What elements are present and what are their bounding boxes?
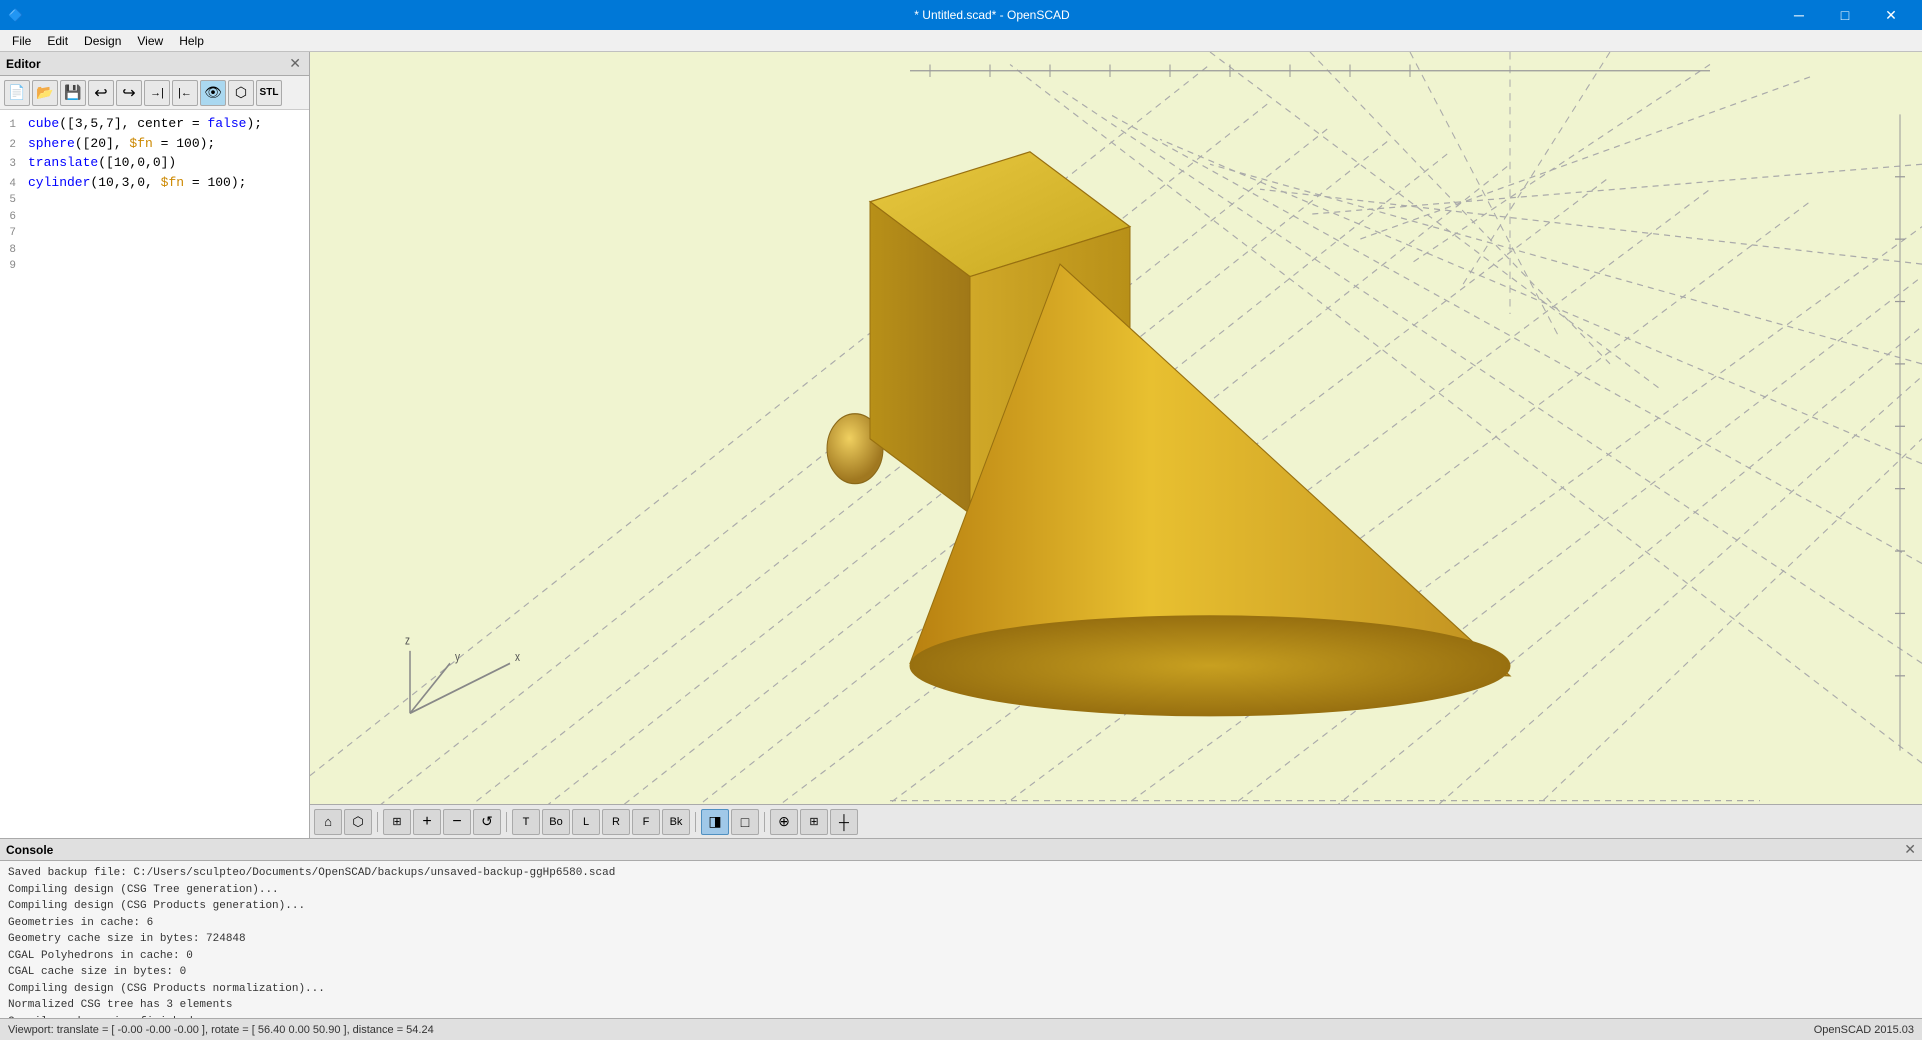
view-right-button[interactable]: R — [602, 809, 630, 835]
code-line-2: 2 sphere([20], $fn = 100); — [0, 134, 305, 154]
console-line: Geometry cache size in bytes: 724848 — [8, 931, 1914, 948]
viewport-status: Viewport: translate = [ -0.00 -0.00 -0.0… — [8, 1024, 434, 1036]
menu-view[interactable]: View — [129, 32, 171, 50]
reset-view-button[interactable]: ⌂ — [314, 809, 342, 835]
unindent-button[interactable]: |← — [172, 80, 198, 106]
code-line-9: 9 — [0, 258, 305, 275]
save-file-button[interactable]: 💾 — [60, 80, 86, 106]
code-line-3: 3 translate([10,0,0]) — [0, 153, 305, 173]
status-bar: Viewport: translate = [ -0.00 -0.00 -0.0… — [0, 1018, 1922, 1040]
shaded-wireframe-button[interactable]: ◨ — [701, 809, 729, 835]
axes-button[interactable]: ⊕ — [770, 809, 798, 835]
console-line: Geometries in cache: 6 — [8, 915, 1914, 932]
preview-button[interactable]: 👁 — [200, 80, 226, 106]
menu-edit[interactable]: Edit — [39, 32, 76, 50]
toolbar-separator-2 — [506, 812, 507, 832]
maximize-button[interactable]: □ — [1822, 0, 1868, 30]
svg-text:z: z — [405, 635, 410, 648]
window-title: * Untitled.scad* - OpenSCAD — [208, 8, 1776, 22]
crosshairs-button[interactable]: ┼ — [830, 809, 858, 835]
rotate-reset-button[interactable]: ↺ — [473, 809, 501, 835]
console-line: CGAL cache size in bytes: 0 — [8, 964, 1914, 981]
main-container: Editor ✕ 📄 📂 💾 ↩ ↪ →| |← 👁 ⬡ STL 1 cube(… — [0, 52, 1922, 1040]
menu-design[interactable]: Design — [76, 32, 129, 50]
content-area: Editor ✕ 📄 📂 💾 ↩ ↪ →| |← 👁 ⬡ STL 1 cube(… — [0, 52, 1922, 838]
console-close-button[interactable]: ✕ — [1904, 841, 1916, 858]
console-line: Normalized CSG tree has 3 elements — [8, 997, 1914, 1014]
console-title: Console — [6, 843, 53, 857]
view-left-button[interactable]: L — [572, 809, 600, 835]
console-line: Compiling design (CSG Tree generation)..… — [8, 882, 1914, 899]
stl-button[interactable]: STL — [256, 80, 282, 106]
code-line-6: 6 — [0, 209, 305, 226]
editor-title: Editor — [6, 57, 41, 71]
code-editor[interactable]: 1 cube([3,5,7], center = false); 2 spher… — [0, 110, 309, 838]
zoom-in-button[interactable]: + — [413, 809, 441, 835]
console-panel: Console ✕ Saved backup file: C:/Users/sc… — [0, 838, 1922, 1018]
viewport-toolbar: ⌂ ⬡ ⊞ + − ↺ T Bo L R F Bk ◨ □ ⊕ ⊞ ┼ — [310, 804, 1922, 838]
toolbar-separator-3 — [695, 812, 696, 832]
console-line: CGAL Polyhedrons in cache: 0 — [8, 948, 1914, 965]
console-line: Saved backup file: C:/Users/sculpteo/Doc… — [8, 865, 1914, 882]
svg-text:y: y — [455, 651, 460, 664]
view-top-button[interactable]: T — [512, 809, 540, 835]
view-bottom-button[interactable]: Bo — [542, 809, 570, 835]
minimize-button[interactable]: ─ — [1776, 0, 1822, 30]
perspective-button[interactable]: ⬡ — [344, 809, 372, 835]
code-line-1: 1 cube([3,5,7], center = false); — [0, 114, 305, 134]
console-line: Compiling design (CSG Products generatio… — [8, 898, 1914, 915]
window-controls: ─ □ ✕ — [1776, 0, 1914, 30]
console-header: Console ✕ — [0, 839, 1922, 861]
wireframe-button[interactable]: □ — [731, 809, 759, 835]
scale-ruler-button[interactable]: ⊞ — [800, 809, 828, 835]
render-button[interactable]: ⬡ — [228, 80, 254, 106]
view-back-button[interactable]: Bk — [662, 809, 690, 835]
viewport[interactable]: x y z — [310, 52, 1922, 838]
menu-help[interactable]: Help — [171, 32, 212, 50]
code-line-8: 8 — [0, 242, 305, 259]
title-bar: 🔷 * Untitled.scad* - OpenSCAD ─ □ ✕ — [0, 0, 1922, 30]
undo-button[interactable]: ↩ — [88, 80, 114, 106]
indent-button[interactable]: →| — [144, 80, 170, 106]
menu-file[interactable]: File — [4, 32, 39, 50]
view-front-button[interactable]: F — [632, 809, 660, 835]
toolbar-separator-4 — [764, 812, 765, 832]
new-file-button[interactable]: 📄 — [4, 80, 30, 106]
console-line: Compiling design (CSG Products normaliza… — [8, 981, 1914, 998]
viewport-svg: x y z — [310, 52, 1922, 838]
version-info: OpenSCAD 2015.03 — [1814, 1024, 1914, 1036]
redo-button[interactable]: ↪ — [116, 80, 142, 106]
code-line-5: 5 — [0, 192, 305, 209]
editor-toolbar: 📄 📂 💾 ↩ ↪ →| |← 👁 ⬡ STL — [0, 76, 309, 110]
editor-close-button[interactable]: ✕ — [287, 55, 303, 72]
svg-text:x: x — [515, 651, 520, 664]
toolbar-separator-1 — [377, 812, 378, 832]
zoom-fit-button[interactable]: ⊞ — [383, 809, 411, 835]
app-icon: 🔷 — [8, 8, 23, 22]
code-line-4: 4 cylinder(10,3,0, $fn = 100); — [0, 173, 305, 193]
open-file-button[interactable]: 📂 — [32, 80, 58, 106]
menu-bar: File Edit Design View Help — [0, 30, 1922, 52]
editor-panel: Editor ✕ 📄 📂 💾 ↩ ↪ →| |← 👁 ⬡ STL 1 cube(… — [0, 52, 310, 838]
console-content: Saved backup file: C:/Users/sculpteo/Doc… — [0, 861, 1922, 1018]
close-button[interactable]: ✕ — [1868, 0, 1914, 30]
editor-header: Editor ✕ — [0, 52, 309, 76]
code-line-7: 7 — [0, 225, 305, 242]
zoom-out-button[interactable]: − — [443, 809, 471, 835]
